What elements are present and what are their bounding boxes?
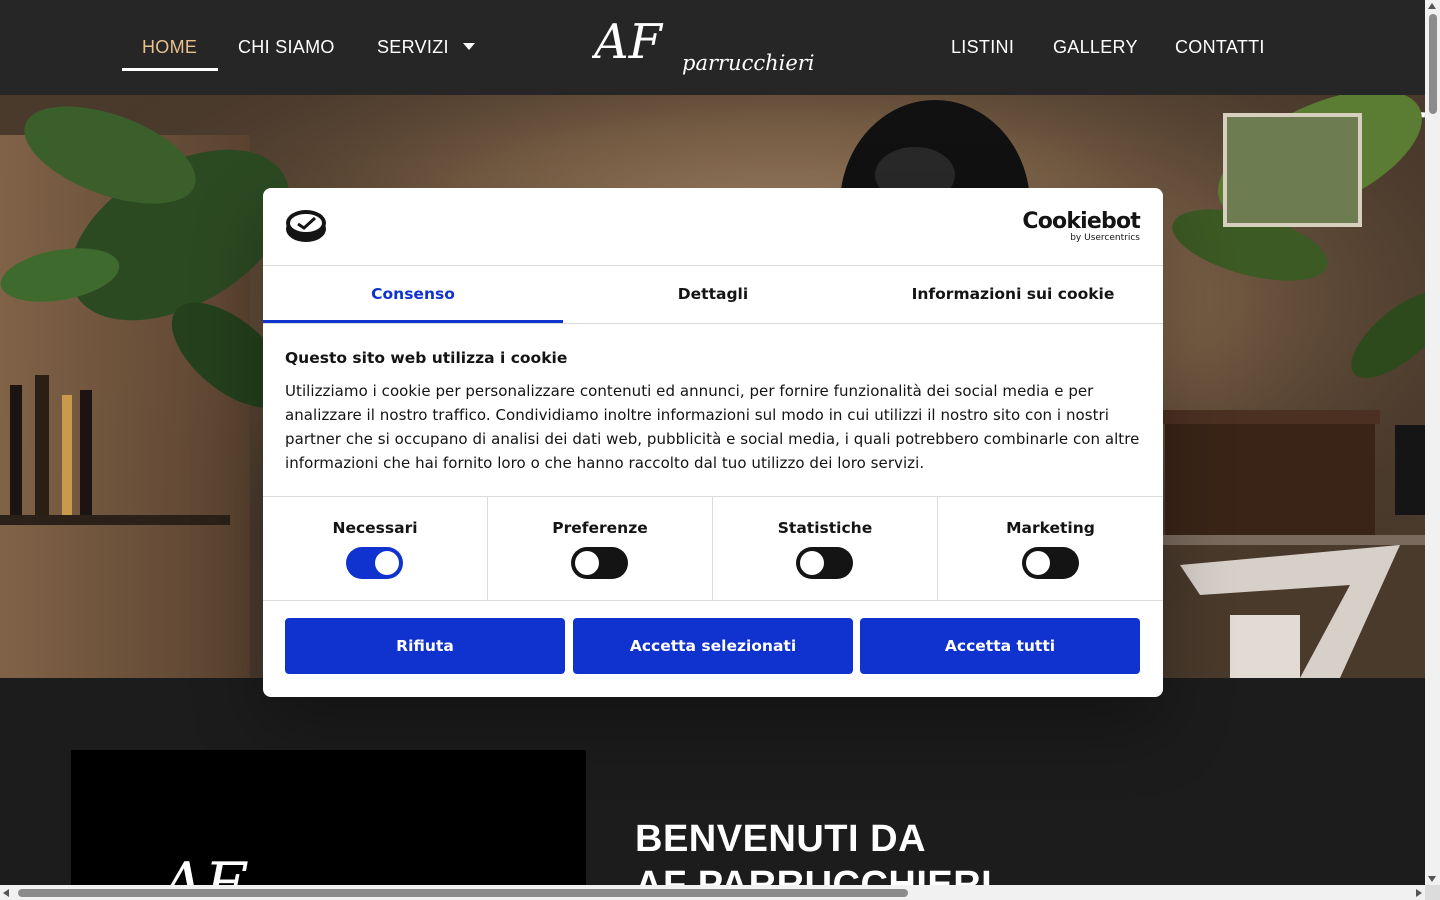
cookie-actions: Rifiuta Accetta selezionati Accetta tutt… [285,618,1141,674]
nav-servizi-label: SERVIZI [377,37,449,57]
accetta-tutti-button[interactable]: Accetta tutti [860,618,1140,674]
scroll-up-arrow-icon[interactable] [1428,3,1436,9]
vertical-scrollbar[interactable] [1425,0,1440,885]
welcome-line-1: BENVENUTI DA [635,818,927,860]
cookie-consent-dialog: Cookiebot by Usercentrics Consenso Detta… [263,188,1163,697]
toggle-statistiche[interactable] [796,547,853,579]
horizontal-scrollbar[interactable] [0,885,1425,900]
video-logo-overlay: AF [156,850,248,900]
cookie-title: Questo sito web utilizza i cookie [285,349,568,367]
category-necessari: Necessari [263,497,488,601]
nav-servizi[interactable]: SERVIZI [377,37,475,58]
cookie-dialog-header: Cookiebot by Usercentrics [263,188,1163,266]
site-brand-icon [286,210,326,242]
toggle-necessari[interactable] [346,547,403,579]
cookie-description: Questo sito web utilizza i cookie Utiliz… [285,348,1141,475]
scrollbar-corner [1425,885,1440,900]
site-header: HOME CHI SIAMO SERVIZI AF parrucchieri L… [0,0,1425,95]
cookie-text: Utilizziamo i cookie per personalizzare … [285,382,1140,472]
category-preferenze: Preferenze [488,497,713,601]
category-label: Marketing [1006,519,1095,537]
accetta-selezionati-button[interactable]: Accetta selezionati [573,618,853,674]
cookie-category-toggles: Necessari Preferenze Statistiche Marketi… [263,496,1163,601]
cookiebot-logo[interactable]: Cookiebot by Usercentrics [1022,209,1140,244]
horizontal-scroll-thumb[interactable] [18,889,908,897]
cookie-tabs: Consenso Dettagli Informazioni sui cooki… [263,267,1163,324]
vertical-scroll-thumb[interactable] [1429,14,1437,114]
toggle-knob [800,551,824,575]
logo-wordmark: parrucchieri [682,51,815,75]
nav-home[interactable]: HOME [142,37,197,58]
scroll-left-arrow-icon[interactable] [3,889,9,897]
rifiuta-button[interactable]: Rifiuta [285,618,565,674]
cookiebot-wordmark: Cookiebot [1022,209,1140,234]
tab-consenso[interactable]: Consenso [263,267,563,323]
tab-informazioni[interactable]: Informazioni sui cookie [863,267,1163,323]
category-statistiche: Statistiche [713,497,938,601]
intro-video[interactable]: AF [71,750,586,900]
nav-chi-siamo[interactable]: CHI SIAMO [238,37,335,58]
nav-contatti[interactable]: CONTATTI [1175,37,1265,58]
category-label: Necessari [332,519,418,537]
tab-dettagli[interactable]: Dettagli [563,267,863,323]
nav-active-underline [122,68,218,71]
category-marketing: Marketing [938,497,1163,601]
toggle-knob [375,551,399,575]
logo-monogram: AF [592,14,664,70]
af-parrucchieri-logo[interactable]: AF parrucchieri [592,12,828,82]
cookiebot-byline: by Usercentrics [1070,233,1140,243]
nav-listini[interactable]: LISTINI [951,37,1014,58]
scroll-down-arrow-icon[interactable] [1428,876,1436,882]
toggle-knob [1025,551,1050,575]
nav-gallery[interactable]: GALLERY [1053,37,1138,58]
toggle-marketing[interactable] [1021,547,1079,579]
chevron-down-icon [462,42,475,50]
toggle-knob [575,551,599,575]
scroll-right-arrow-icon[interactable] [1416,889,1422,897]
category-label: Preferenze [552,519,648,537]
category-label: Statistiche [777,519,873,537]
toggle-preferenze[interactable] [571,547,628,579]
